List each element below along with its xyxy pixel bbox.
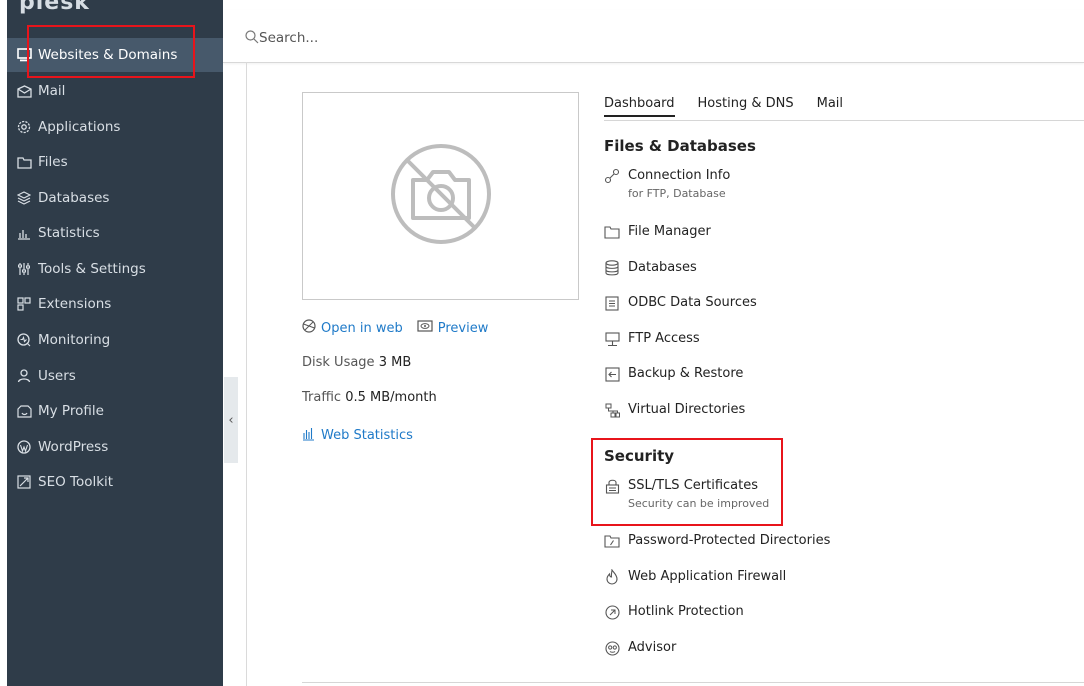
tab-hosting-dns[interactable]: Hosting & DNS xyxy=(698,96,794,117)
sitemap-icon xyxy=(604,402,620,418)
bar-chart-icon xyxy=(16,225,32,241)
section-title-files-databases: Files & Databases xyxy=(604,137,756,155)
preview-link[interactable]: Preview xyxy=(417,320,488,336)
tool-label[interactable]: FTP Access xyxy=(628,331,700,346)
tool-connection-info[interactable]: Connection Info for FTP, Database xyxy=(604,168,730,200)
folder-icon xyxy=(604,224,620,240)
sidebar-item-label: Extensions xyxy=(38,296,112,312)
sidebar-item-monitoring[interactable]: Monitoring xyxy=(7,323,223,357)
tool-backup-restore[interactable]: Backup & Restore xyxy=(604,366,743,382)
sidebar: plesk Websites & Domains Mail Applicatio… xyxy=(7,0,223,686)
search-icon xyxy=(245,29,259,48)
protected-folder-icon xyxy=(604,533,620,549)
tool-sublabel: for FTP, Database xyxy=(628,187,726,200)
gear-icon xyxy=(16,119,32,135)
sidebar-item-users[interactable]: Users xyxy=(7,359,223,393)
seo-icon xyxy=(16,474,32,490)
sidebar-item-wordpress[interactable]: WordPress xyxy=(7,430,223,464)
shield-icon xyxy=(604,604,620,620)
no-image-icon xyxy=(389,142,493,250)
ftp-icon xyxy=(604,331,620,347)
tool-label[interactable]: Virtual Directories xyxy=(628,402,745,417)
monitoring-icon xyxy=(16,332,32,348)
blocks-icon xyxy=(16,296,32,312)
tool-label[interactable]: Backup & Restore xyxy=(628,366,743,381)
envelope-icon xyxy=(16,83,32,99)
sidebar-item-files[interactable]: Files xyxy=(7,145,223,179)
sidebar-item-label: Monitoring xyxy=(38,332,111,348)
tool-label[interactable]: Advisor xyxy=(628,640,676,655)
sliders-icon xyxy=(16,261,32,277)
tool-hotlink-protection[interactable]: Hotlink Protection xyxy=(604,604,744,620)
sidebar-item-seo-toolkit[interactable]: SEO Toolkit xyxy=(7,465,223,499)
sidebar-item-databases[interactable]: Databases xyxy=(7,181,223,215)
tool-databases[interactable]: Databases xyxy=(604,260,697,276)
tool-virtual-directories[interactable]: Virtual Directories xyxy=(604,402,745,418)
tool-advisor[interactable]: Advisor xyxy=(604,640,676,656)
tool-odbc-data-sources[interactable]: ODBC Data Sources xyxy=(604,295,757,311)
sidebar-collapse-button[interactable]: ‹ xyxy=(224,377,238,463)
disk-usage-value: 3 MB xyxy=(378,355,412,370)
sidebar-item-label: Applications xyxy=(38,119,121,135)
traffic-value: 0.5 MB/month xyxy=(345,390,437,405)
tool-label[interactable]: ODBC Data Sources xyxy=(628,295,757,310)
sidebar-item-label: Mail xyxy=(38,83,66,99)
sidebar-item-label: WordPress xyxy=(38,439,109,455)
tool-label[interactable]: Password-Protected Directories xyxy=(628,533,830,548)
sidebar-item-label: Users xyxy=(38,368,76,384)
fire-icon xyxy=(604,569,620,585)
tab-dashboard[interactable]: Dashboard xyxy=(604,96,675,117)
sidebar-item-label: Tools & Settings xyxy=(38,261,146,277)
tool-web-application-firewall[interactable]: Web Application Firewall xyxy=(604,569,786,585)
bottom-divider xyxy=(302,682,1084,683)
traffic: Traffic 0.5 MB/month xyxy=(302,390,437,405)
advisor-icon xyxy=(604,640,620,656)
sidebar-item-label: Files xyxy=(38,154,68,170)
profile-icon xyxy=(16,403,32,419)
tool-file-manager[interactable]: File Manager xyxy=(604,224,711,240)
tool-password-protected-directories[interactable]: Password-Protected Directories xyxy=(604,533,830,549)
sidebar-item-mail[interactable]: Mail xyxy=(7,74,223,108)
backup-icon xyxy=(604,366,620,382)
odbc-icon xyxy=(604,295,620,311)
tabs-divider xyxy=(604,120,1084,121)
tool-label[interactable]: Web Application Firewall xyxy=(628,569,786,584)
database-icon xyxy=(604,260,620,276)
search-input[interactable] xyxy=(259,27,959,49)
sidebar-item-extensions[interactable]: Extensions xyxy=(7,287,223,321)
disk-usage: Disk Usage 3 MB xyxy=(302,355,412,370)
link-icon xyxy=(604,168,620,184)
site-preview-thumbnail[interactable] xyxy=(302,92,579,300)
folder-icon xyxy=(16,154,32,170)
domain-tabs: Dashboard Hosting & DNS Mail xyxy=(604,96,866,117)
sidebar-item-statistics[interactable]: Statistics xyxy=(7,216,223,250)
content-divider xyxy=(246,62,247,686)
plesk-logo: plesk xyxy=(19,0,90,15)
user-icon xyxy=(16,368,32,384)
tool-ftp-access[interactable]: FTP Access xyxy=(604,331,700,347)
highlight-box-websites xyxy=(27,25,195,78)
bar-chart-icon xyxy=(302,426,321,445)
tool-label[interactable]: Databases xyxy=(628,260,697,275)
eye-icon xyxy=(417,320,438,336)
sidebar-item-tools-settings[interactable]: Tools & Settings xyxy=(7,252,223,286)
sidebar-item-label: Databases xyxy=(38,190,110,206)
sidebar-item-label: Statistics xyxy=(38,225,100,241)
sidebar-item-applications[interactable]: Applications xyxy=(7,110,223,144)
tool-label[interactable]: Connection Info xyxy=(628,168,730,183)
chevron-left-icon: ‹ xyxy=(228,412,234,428)
tab-mail[interactable]: Mail xyxy=(817,96,843,117)
highlight-box-security xyxy=(591,438,783,526)
database-icon xyxy=(16,190,32,206)
sidebar-item-label: My Profile xyxy=(38,403,104,419)
top-search-bar xyxy=(223,10,1084,63)
open-in-web-link[interactable]: Open in web xyxy=(302,319,403,337)
tool-label[interactable]: File Manager xyxy=(628,224,711,239)
sidebar-item-label: SEO Toolkit xyxy=(38,474,114,490)
web-statistics-link[interactable]: Web Statistics xyxy=(302,426,413,445)
sidebar-item-my-profile[interactable]: My Profile xyxy=(7,394,223,428)
wordpress-icon xyxy=(16,439,32,455)
globe-icon xyxy=(302,319,321,337)
tool-label[interactable]: Hotlink Protection xyxy=(628,604,744,619)
